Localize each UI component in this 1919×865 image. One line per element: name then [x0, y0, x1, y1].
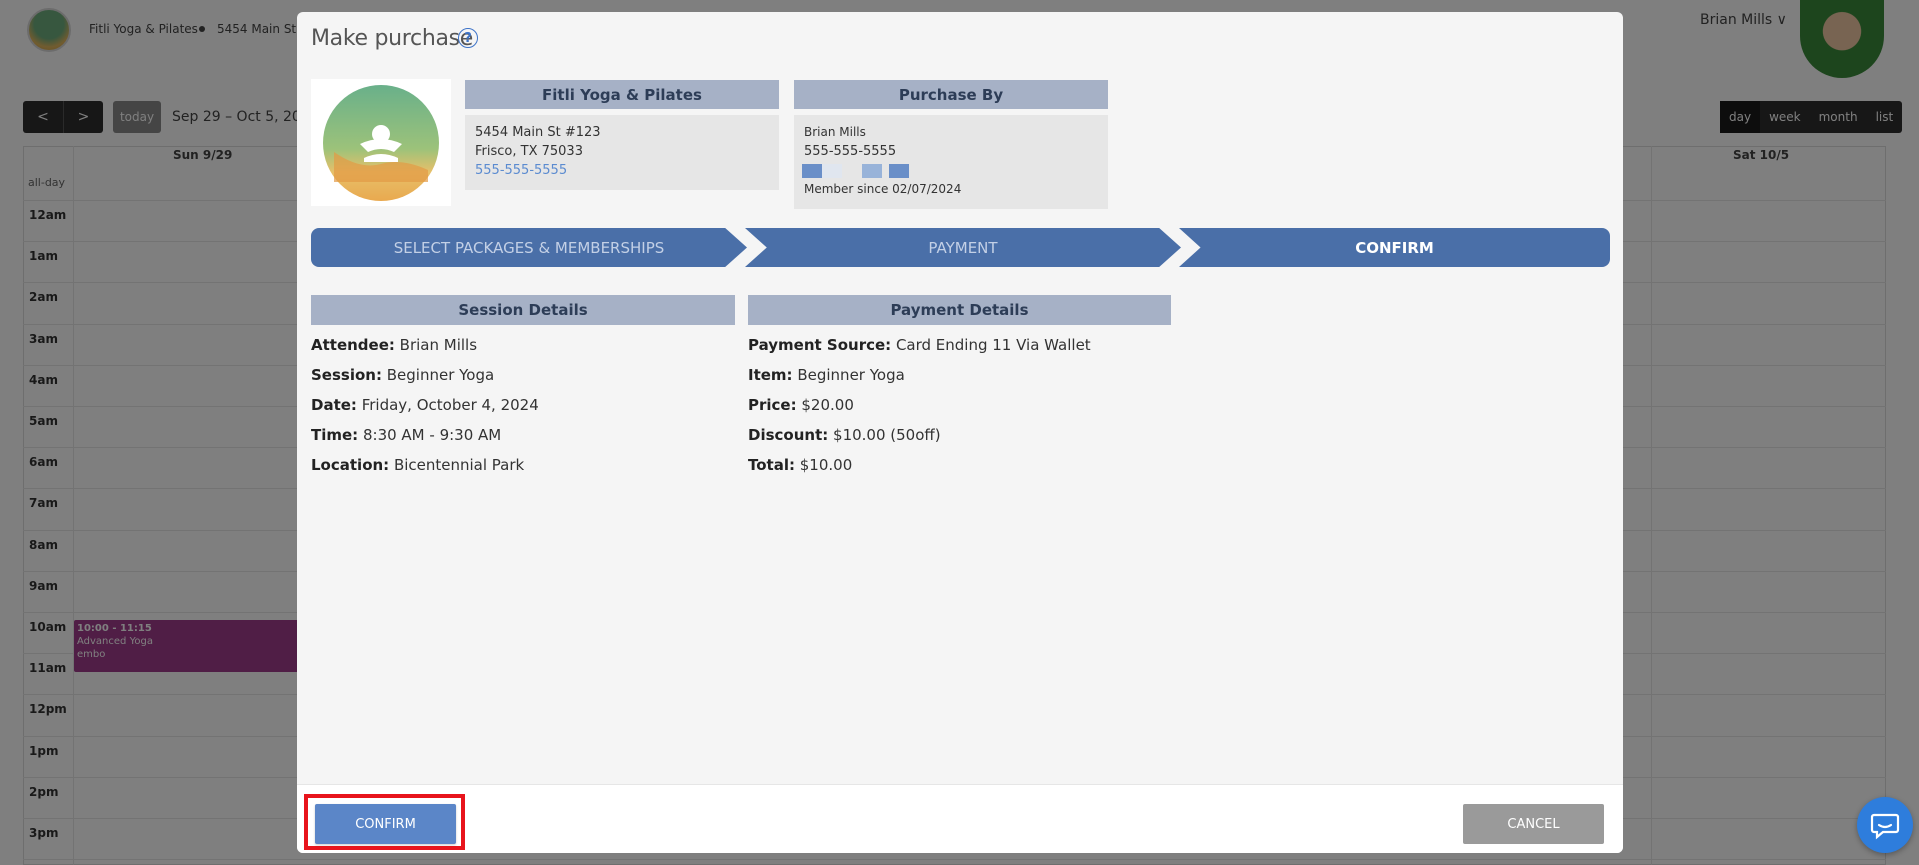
detail-row: Location: Bicentennial Park: [311, 455, 735, 485]
detail-row: Date: Friday, October 4, 2024: [311, 395, 735, 425]
studio-info-card: Fitli Yoga & Pilates 5454 Main St #123 F…: [465, 80, 779, 190]
detail-value: Brian Mills: [399, 336, 478, 354]
detail-value: $10.00 (50off): [833, 426, 941, 444]
studio-logo: [311, 79, 451, 206]
help-icon[interactable]: ?: [458, 28, 478, 48]
detail-label: Total:: [748, 456, 795, 474]
purchaser-card-header: Purchase By: [794, 80, 1108, 109]
session-details: Session Details Attendee: Brian Mills Ses…: [311, 295, 735, 485]
session-details-header: Session Details: [311, 295, 735, 325]
studio-address-line1: 5454 Main St #123: [475, 125, 601, 140]
detail-label: Item:: [748, 366, 793, 384]
cancel-button[interactable]: CANCEL: [1463, 804, 1604, 844]
detail-row: Discount: $10.00 (50off): [748, 425, 1171, 455]
detail-value: Card Ending 11 Via Wallet: [895, 336, 1091, 354]
detail-label: Price:: [748, 396, 797, 414]
detail-value: $20.00: [801, 396, 854, 414]
detail-row: Payment Source: Card Ending 11 Via Walle…: [748, 335, 1171, 365]
swatch: [822, 164, 842, 178]
swatch: [889, 164, 909, 178]
detail-label: Attendee:: [311, 336, 395, 354]
step-payment[interactable]: PAYMENT: [745, 228, 1181, 267]
detail-value: Friday, October 4, 2024: [361, 396, 539, 414]
detail-value: 8:30 AM - 9:30 AM: [362, 426, 502, 444]
detail-label: Payment Source:: [748, 336, 892, 354]
detail-value: $10.00: [799, 456, 853, 474]
detail-label: Session:: [311, 366, 382, 384]
member-since: Member since 02/07/2024: [804, 182, 962, 196]
detail-row: Total: $10.00: [748, 455, 1171, 485]
chat-bubble-icon: [1870, 813, 1900, 840]
purchaser-phone: 555-555-5555: [804, 144, 897, 159]
detail-row: Item: Beginner Yoga: [748, 365, 1171, 395]
step-confirm[interactable]: CONFIRM: [1179, 228, 1610, 267]
detail-row: Attendee: Brian Mills: [311, 335, 735, 365]
detail-label: Discount:: [748, 426, 829, 444]
studio-address-line2: Frisco, TX 75033: [475, 144, 583, 159]
detail-value: Bicentennial Park: [393, 456, 525, 474]
detail-row: Session: Beginner Yoga: [311, 365, 735, 395]
purchaser-info-card: Purchase By Brian Mills 555-555-5555 Mem…: [794, 80, 1108, 209]
purchase-stepper: SELECT PACKAGES & MEMBERSHIPS PAYMENT CO…: [311, 228, 1610, 267]
session-details-list: Attendee: Brian Mills Session: Beginner Y…: [311, 335, 735, 485]
swatch: [862, 164, 882, 178]
modal-title: Make purchase: [311, 26, 474, 51]
detail-label: Time:: [311, 426, 359, 444]
studio-card-header: Fitli Yoga & Pilates: [465, 80, 779, 109]
modal-footer: CONFIRM CANCEL: [297, 784, 1623, 853]
yoga-logo-icon: [323, 84, 439, 201]
swatch: [802, 164, 822, 178]
studio-card-body: 5454 Main St #123 Frisco, TX 75033 555-5…: [465, 115, 779, 190]
swatch: [882, 164, 889, 178]
detail-label: Date:: [311, 396, 357, 414]
payment-details: Payment Details Payment Source: Card End…: [748, 295, 1171, 485]
membership-swatches: [802, 164, 1098, 178]
detail-label: Location:: [311, 456, 390, 474]
make-purchase-modal: Make purchase ? Fitli Yoga & Pilates 545…: [297, 12, 1623, 853]
swatch: [842, 164, 862, 178]
detail-row: Price: $20.00: [748, 395, 1171, 425]
chat-button[interactable]: [1857, 797, 1913, 853]
detail-value: Beginner Yoga: [386, 366, 495, 384]
confirm-button[interactable]: CONFIRM: [315, 804, 456, 844]
payment-details-list: Payment Source: Card Ending 11 Via Walle…: [748, 335, 1171, 485]
step-select-packages[interactable]: SELECT PACKAGES & MEMBERSHIPS: [311, 228, 747, 267]
payment-details-header: Payment Details: [748, 295, 1171, 325]
detail-value: Beginner Yoga: [797, 366, 905, 384]
studio-phone-link[interactable]: 555-555-5555: [475, 161, 769, 180]
purchaser-card-body: Brian Mills 555-555-5555 Member since 02…: [794, 115, 1108, 209]
detail-row: Time: 8:30 AM - 9:30 AM: [311, 425, 735, 455]
purchaser-name: Brian Mills: [804, 125, 866, 139]
